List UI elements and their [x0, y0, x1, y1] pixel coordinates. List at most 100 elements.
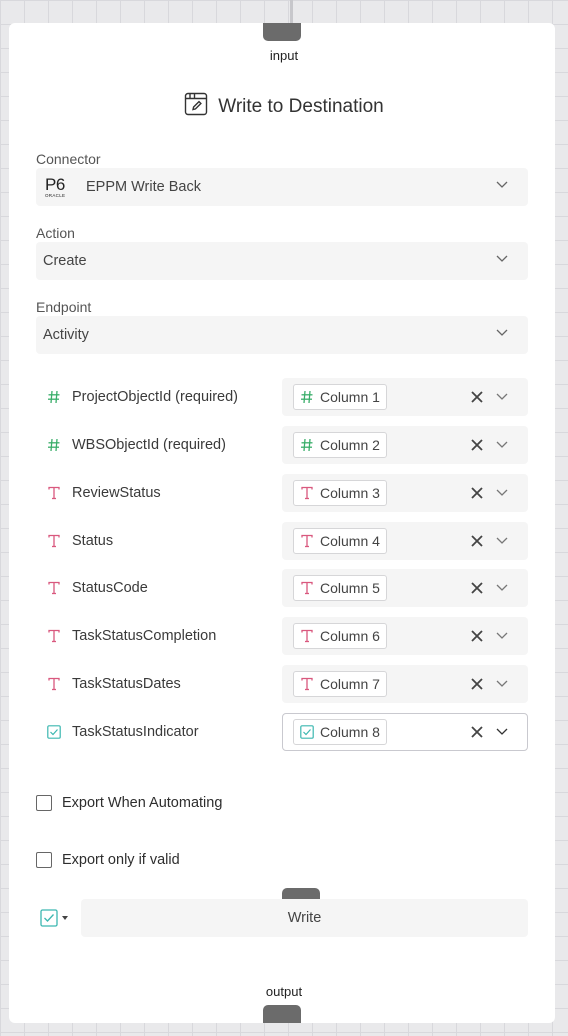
chevron-down-icon: [496, 255, 508, 262]
connector-label: Connector: [36, 151, 101, 167]
checkbox-icon: [300, 725, 314, 739]
text-type-icon: [301, 629, 313, 643]
column-select[interactable]: Column 7: [282, 665, 528, 703]
mapping-field-label: Status: [36, 522, 113, 560]
action-select[interactable]: Create: [36, 242, 528, 280]
column-select[interactable]: Column 1: [282, 378, 528, 416]
column-select[interactable]: Column 3: [282, 474, 528, 512]
text-type-icon: [301, 534, 313, 548]
column-select[interactable]: Column 2: [282, 426, 528, 464]
chevron-down-icon: [496, 181, 508, 188]
text-type-icon: [301, 486, 313, 500]
checkbox-icon: [40, 909, 58, 927]
checkbox-icon[interactable]: [36, 795, 52, 811]
export-when-automating-label: Export When Automating: [62, 795, 223, 811]
column-name: Column 8: [320, 724, 380, 740]
column-name: Column 6: [320, 628, 380, 644]
node-title: Write to Destination: [0, 92, 568, 121]
column-name: Column 7: [320, 676, 380, 692]
chevron-down-icon[interactable]: [496, 632, 508, 639]
column-chip: Column 5: [293, 575, 387, 601]
hash-icon: [48, 438, 60, 452]
hash-icon: [301, 438, 313, 452]
chevron-down-icon[interactable]: [496, 584, 508, 591]
write-button[interactable]: Write: [81, 899, 528, 937]
mapping-field-label: ProjectObjectId (required): [36, 378, 238, 416]
column-chip: Column 3: [293, 480, 387, 506]
column-chip: Column 6: [293, 623, 387, 649]
field-name: TaskStatusDates: [72, 676, 181, 692]
text-type-icon: [48, 534, 60, 548]
action-value: Create: [43, 253, 87, 269]
column-chip: Column 2: [293, 432, 387, 458]
clear-icon[interactable]: [470, 390, 484, 404]
chevron-down-icon[interactable]: [496, 680, 508, 687]
column-select[interactable]: Column 4: [282, 522, 528, 560]
column-name: Column 3: [320, 485, 380, 501]
edit-window-icon: [184, 92, 208, 121]
output-port[interactable]: [263, 1005, 301, 1023]
text-type-icon: [301, 677, 313, 691]
chevron-down-icon[interactable]: [496, 728, 508, 735]
input-port-label: input: [269, 48, 299, 63]
column-chip: Column 1: [293, 384, 387, 410]
chevron-down-icon[interactable]: [496, 393, 508, 400]
field-name: StatusCode: [72, 580, 148, 596]
field-name: TaskStatusCompletion: [72, 628, 217, 644]
clear-icon[interactable]: [470, 629, 484, 643]
text-type-icon: [48, 629, 60, 643]
field-name: TaskStatusIndicator: [72, 724, 199, 740]
text-type-icon: [48, 581, 60, 595]
clear-icon[interactable]: [470, 486, 484, 500]
connector-value: EPPM Write Back: [86, 179, 201, 195]
field-name: WBSObjectId (required): [72, 437, 226, 453]
mapping-field-label: StatusCode: [36, 569, 148, 607]
text-type-icon: [48, 677, 60, 691]
chevron-down-icon[interactable]: [496, 441, 508, 448]
column-chip: Column 7: [293, 671, 387, 697]
export-when-automating-checkbox[interactable]: Export When Automating: [36, 795, 222, 811]
endpoint-label: Endpoint: [36, 299, 92, 315]
mapping-field-label: TaskStatusCompletion: [36, 617, 216, 655]
field-name: ReviewStatus: [72, 485, 161, 501]
clear-icon[interactable]: [470, 677, 484, 691]
column-chip: Column 8: [293, 719, 387, 745]
column-chip: Column 4: [293, 528, 387, 554]
column-name: Column 2: [320, 437, 380, 453]
output-port-label: output: [265, 984, 303, 999]
text-type-icon: [48, 486, 60, 500]
column-name: Column 1: [320, 389, 380, 405]
clear-icon[interactable]: [470, 725, 484, 739]
node-title-text: Write to Destination: [218, 95, 384, 117]
input-port[interactable]: [263, 23, 301, 41]
column-select[interactable]: Column 6: [282, 617, 528, 655]
checkbox-icon[interactable]: [36, 852, 52, 868]
field-name: Status: [72, 533, 114, 549]
field-name: ProjectObjectId (required): [72, 389, 239, 405]
column-select[interactable]: Column 5: [282, 569, 528, 607]
hash-icon: [301, 390, 313, 404]
write-mode-select[interactable]: [40, 909, 68, 927]
clear-icon[interactable]: [470, 534, 484, 548]
export-only-if-valid-label: Export only if valid: [62, 852, 180, 868]
chevron-down-icon: [496, 329, 508, 336]
column-name: Column 5: [320, 580, 380, 596]
chevron-down-icon[interactable]: [496, 537, 508, 544]
mapping-field-label: ReviewStatus: [36, 474, 161, 512]
endpoint-value: Activity: [43, 327, 89, 343]
export-only-if-valid-checkbox[interactable]: Export only if valid: [36, 852, 180, 868]
connector-select[interactable]: P6 ORACLE EPPM Write Back: [36, 168, 528, 206]
clear-icon[interactable]: [470, 581, 484, 595]
endpoint-select[interactable]: Activity: [36, 316, 528, 354]
caret-down-icon: [62, 916, 68, 920]
checkbox-icon: [47, 725, 61, 739]
mapping-field-label: TaskStatusDates: [36, 665, 181, 703]
column-name: Column 4: [320, 533, 380, 549]
clear-icon[interactable]: [470, 438, 484, 452]
column-select[interactable]: Column 8: [282, 713, 528, 751]
p6-oracle-logo: P6 ORACLE: [45, 174, 66, 198]
chevron-down-icon[interactable]: [496, 489, 508, 496]
mapping-field-label: WBSObjectId (required): [36, 426, 226, 464]
action-label: Action: [36, 225, 75, 241]
mapping-field-label: TaskStatusIndicator: [36, 713, 199, 751]
